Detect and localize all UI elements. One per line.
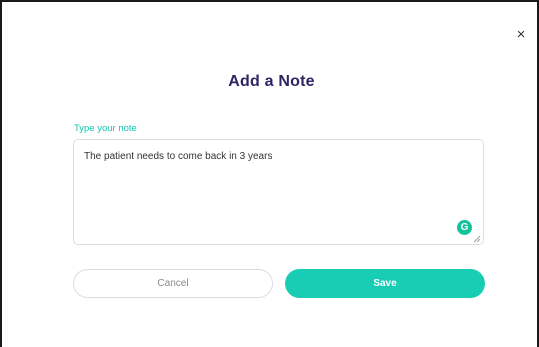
note-field-label: Type your note — [74, 123, 137, 134]
close-icon[interactable]: × — [513, 26, 529, 42]
resize-handle-icon[interactable] — [473, 235, 481, 243]
grammarly-icon[interactable]: G — [457, 220, 472, 235]
note-textarea[interactable]: The patient needs to come back in 3 year… — [73, 139, 484, 245]
add-note-dialog: × Add a Note Type your note The patient … — [0, 0, 539, 347]
dialog-title: Add a Note — [228, 73, 315, 90]
cancel-button[interactable]: Cancel — [73, 269, 273, 298]
save-button[interactable]: Save — [285, 269, 485, 298]
note-text-value: The patient needs to come back in 3 year… — [84, 151, 273, 162]
